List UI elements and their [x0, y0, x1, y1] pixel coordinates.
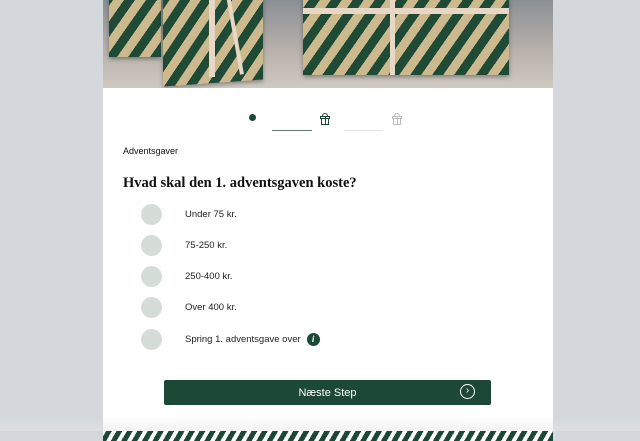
quiz-card: Adventsgaver Hvad skal den 1. adventsgav… [103, 0, 553, 441]
progress-indicator [103, 110, 553, 131]
radio-button[interactable] [141, 265, 162, 287]
option-75-250[interactable]: 75-250 kr. [141, 234, 227, 256]
next-step-label: Næste Step [298, 386, 357, 399]
bottom-fade [0, 415, 640, 431]
progress-line-incomplete [344, 130, 382, 131]
option-label: Spring 1. adventsgave over [185, 333, 301, 345]
option-label: Over 400 kr. [185, 301, 237, 313]
question-heading: Hvad skal den 1. adventsgaven koste? [123, 175, 357, 191]
hero-image-gifts [103, 0, 553, 88]
option-label: 250-400 kr. [185, 270, 233, 282]
option-label: Under 75 kr. [185, 208, 237, 220]
gift-icon [320, 113, 330, 125]
decorative-stripe-border [103, 431, 553, 441]
info-icon[interactable]: i [306, 332, 320, 346]
chevron-right-circle-icon: › [460, 384, 475, 399]
radio-button[interactable] [141, 296, 162, 318]
option-label: 75-250 kr. [185, 239, 228, 251]
option-under-75[interactable]: Under 75 kr. [141, 203, 237, 225]
radio-button[interactable] [141, 234, 162, 256]
gift-icon-inactive [392, 113, 402, 125]
progress-step-current-dot [249, 114, 256, 121]
radio-button[interactable] [141, 328, 162, 350]
radio-button[interactable] [141, 203, 162, 225]
option-over-400[interactable]: Over 400 kr. [141, 296, 237, 318]
progress-line-complete [272, 130, 312, 131]
next-step-button[interactable]: Næste Step › [164, 380, 491, 405]
option-skip[interactable]: Spring 1. adventsgave over i [141, 328, 320, 350]
option-250-400[interactable]: 250-400 kr. [141, 265, 233, 287]
section-label: Adventsgaver [123, 146, 179, 156]
